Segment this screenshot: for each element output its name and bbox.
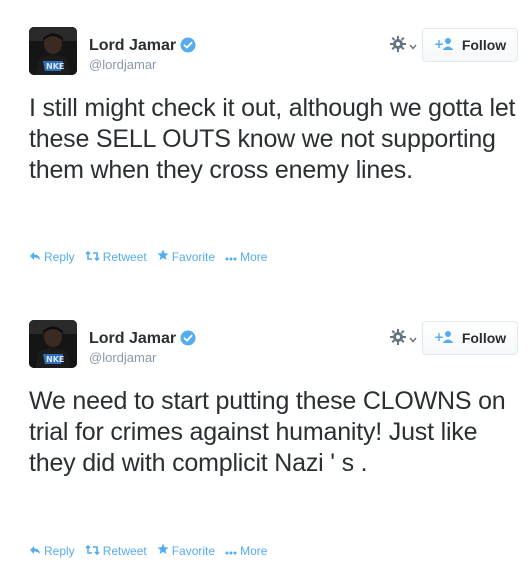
reply-icon	[29, 544, 41, 558]
verified-badge-icon	[180, 330, 196, 351]
svg-text:NKE: NKE	[46, 62, 64, 71]
settings-menu-button[interactable]	[389, 35, 419, 58]
favorite-action[interactable]: Favorite	[157, 543, 215, 558]
retweet-label: Retweet	[102, 249, 147, 264]
more-action[interactable]: More	[225, 543, 267, 558]
retweet-icon	[85, 250, 100, 264]
follow-button-label: Follow	[461, 330, 507, 346]
tweet-actions: Reply Retweet Favorite More	[29, 543, 267, 558]
follow-button[interactable]: + Follow	[422, 321, 518, 355]
author-handle[interactable]: @lordjamar	[89, 57, 156, 73]
add-user-icon: +	[434, 330, 456, 347]
svg-text:+: +	[434, 37, 444, 51]
verified-badge-icon	[180, 37, 196, 58]
tweet-text: We need to start putting these CLOWNS on…	[29, 387, 506, 477]
gear-icon	[389, 328, 407, 351]
chevron-down-icon	[409, 330, 417, 348]
reply-action[interactable]: Reply	[29, 543, 75, 558]
retweet-label: Retweet	[102, 543, 147, 558]
author-name-text[interactable]: Lord Jamar	[89, 330, 176, 347]
avatar[interactable]: NKE	[29, 320, 77, 368]
reply-label: Reply	[44, 543, 75, 558]
ellipsis-icon	[225, 250, 237, 264]
svg-text:NKE: NKE	[46, 355, 64, 364]
retweet-icon	[85, 544, 100, 558]
tweet-card: NKE Lord Jamar @lordjamar + Follow We ne…	[0, 293, 530, 571]
follow-button-label: Follow	[461, 37, 507, 53]
reply-action[interactable]: Reply	[29, 249, 75, 264]
star-icon	[157, 543, 169, 558]
author-name[interactable]: Lord Jamar	[89, 330, 196, 351]
reply-icon	[29, 250, 41, 264]
svg-text:+: +	[434, 330, 444, 344]
star-icon	[157, 249, 169, 264]
author-name-text[interactable]: Lord Jamar	[89, 37, 176, 54]
tweet-card: NKE Lord Jamar @lordjamar + Follow I sti…	[0, 0, 530, 285]
favorite-action[interactable]: Favorite	[157, 249, 215, 264]
favorite-label: Favorite	[171, 543, 216, 558]
settings-menu-button[interactable]	[389, 328, 419, 351]
favorite-label: Favorite	[171, 249, 216, 264]
chevron-down-icon	[409, 37, 417, 55]
ellipsis-icon	[225, 544, 237, 558]
tweet-actions: Reply Retweet Favorite More	[29, 249, 267, 264]
more-label: More	[240, 543, 268, 558]
retweet-action[interactable]: Retweet	[85, 543, 147, 558]
reply-label: Reply	[44, 249, 75, 264]
tweet-text: I still might check it out, although we …	[29, 94, 516, 184]
more-action[interactable]: More	[225, 249, 267, 264]
author-handle[interactable]: @lordjamar	[89, 350, 156, 366]
gear-icon	[389, 35, 407, 58]
retweet-action[interactable]: Retweet	[85, 249, 147, 264]
add-user-icon: +	[434, 37, 456, 54]
follow-button[interactable]: + Follow	[422, 28, 518, 62]
author-name[interactable]: Lord Jamar	[89, 37, 196, 58]
avatar[interactable]: NKE	[29, 27, 77, 75]
more-label: More	[240, 249, 268, 264]
